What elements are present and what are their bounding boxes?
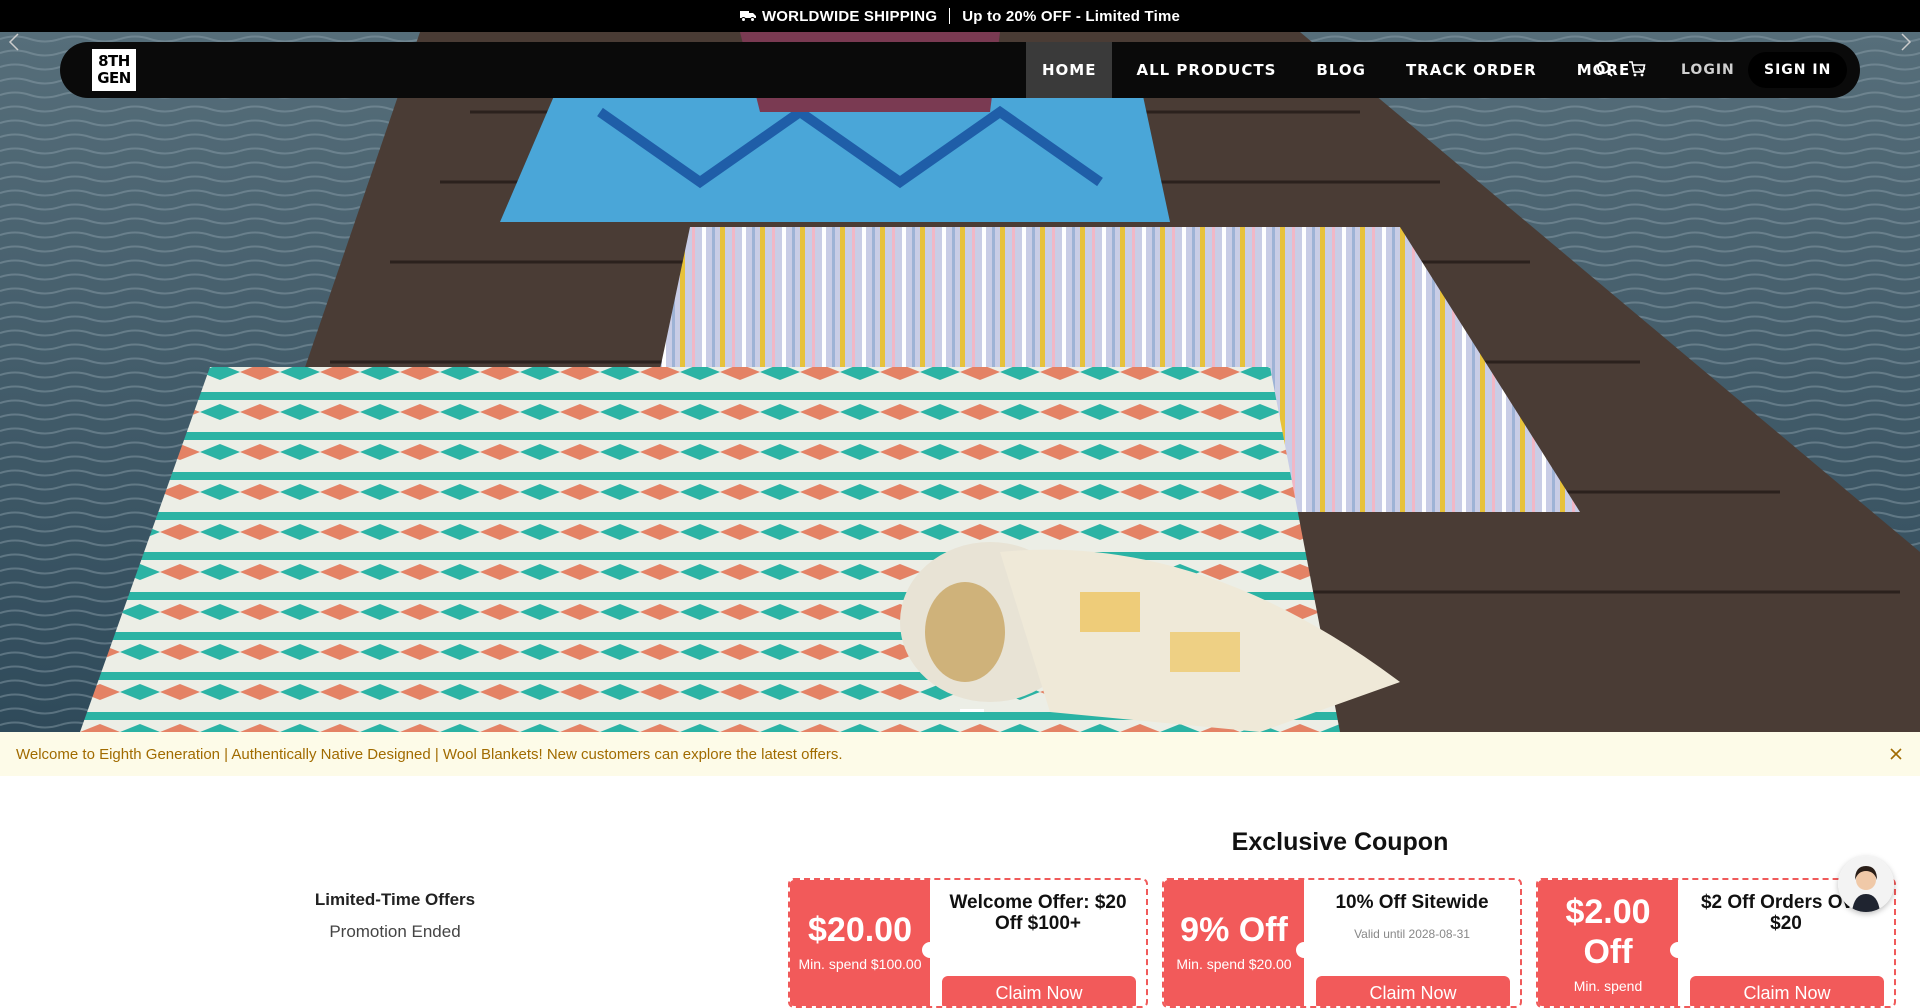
close-icon[interactable] xyxy=(1888,746,1904,762)
avatar-icon xyxy=(1838,856,1894,912)
coupon-amount: $2.00 Off xyxy=(1565,893,1651,971)
logo[interactable]: 8TH GEN xyxy=(92,49,136,91)
search-icon[interactable] xyxy=(1596,60,1614,78)
coupon-card: 9% Off Min. spend $20.00 10% Off Sitewid… xyxy=(1162,878,1522,1008)
claim-button[interactable]: Claim Now xyxy=(1690,976,1884,1006)
coupon-details: 10% Off Sitewide Valid until 2028-08-31 … xyxy=(1304,880,1520,1006)
nav-all-products[interactable]: ALL PRODUCTS xyxy=(1120,42,1292,98)
hero-banner[interactable] xyxy=(0,32,1920,732)
coupon-title: Welcome Offer: $20 Off $100+ xyxy=(949,892,1127,934)
welcome-text: Welcome to Eighth Generation | Authentic… xyxy=(16,745,843,763)
claim-button[interactable]: Claim Now xyxy=(942,976,1136,1006)
divider xyxy=(949,8,951,24)
announcement-bar: WORLDWIDE SHIPPING Up to 20% OFF - Limit… xyxy=(0,0,1920,32)
main-nav: HOME ALL PRODUCTS BLOG TRACK ORDER MORE xyxy=(1026,42,1670,98)
offers-title: Limited-Time Offers xyxy=(314,890,476,909)
login-link[interactable]: LOGIN xyxy=(1681,42,1735,98)
hero-image xyxy=(0,32,1920,732)
nav-blog-label: BLOG xyxy=(1316,61,1366,79)
coupon-value-panel: 9% Off Min. spend $20.00 xyxy=(1164,880,1304,1006)
coupon-min-spend: Min. spend $20.00 xyxy=(1176,956,1292,972)
prev-slide-icon[interactable] xyxy=(8,32,20,52)
site-header: 8TH GEN HOME ALL PRODUCTS BLOG TRACK ORD… xyxy=(60,42,1860,98)
shipping-text: WORLDWIDE SHIPPING xyxy=(761,7,938,25)
nav-track-order-label: TRACK ORDER xyxy=(1405,61,1537,79)
claim-button[interactable]: Claim Now xyxy=(1316,976,1510,1006)
coupon-details: Welcome Offer: $20 Off $100+ Claim Now xyxy=(930,880,1146,1006)
nav-track-order[interactable]: TRACK ORDER xyxy=(1390,42,1553,98)
nav-home[interactable]: HOME xyxy=(1026,42,1113,98)
nav-blog[interactable]: BLOG xyxy=(1300,42,1382,98)
welcome-bar: Welcome to Eighth Generation | Authentic… xyxy=(0,732,1920,776)
coupon-amount: 9% Off xyxy=(1180,911,1288,949)
coupon-value-panel: $20.00 Min. spend $100.00 xyxy=(790,880,930,1006)
coupon-heading: Exclusive Coupon xyxy=(1231,828,1449,856)
nav-home-label: HOME xyxy=(1042,61,1097,79)
sign-in-button[interactable]: SIGN IN xyxy=(1748,52,1848,88)
support-chat-avatar[interactable] xyxy=(1838,856,1894,912)
next-slide-icon[interactable] xyxy=(1900,32,1912,52)
slide-indicator[interactable] xyxy=(960,709,984,712)
offers-status: Promotion Ended xyxy=(329,922,461,941)
coupon-card: $20.00 Min. spend $100.00 Welcome Offer:… xyxy=(788,878,1148,1008)
coupon-validity: Valid until 2028-08-31 xyxy=(1354,927,1470,941)
nav-all-products-label: ALL PRODUCTS xyxy=(1136,61,1277,79)
coupon-amount: $20.00 xyxy=(808,911,912,949)
coupon-value-panel: $2.00 Off Min. spend xyxy=(1538,880,1678,1006)
coupon-min-spend: Min. spend $100.00 xyxy=(798,956,922,972)
cart-icon[interactable] xyxy=(1628,60,1646,78)
truck-icon xyxy=(739,11,756,22)
coupon-min-spend: Min. spend xyxy=(1573,978,1643,994)
header-icons xyxy=(1596,60,1646,78)
logo-line-1: 8TH xyxy=(98,52,130,70)
logo-line-2: GEN xyxy=(97,69,131,87)
coupon-title: 10% Off Sitewide xyxy=(1335,892,1489,913)
offer-text: Up to 20% OFF - Limited Time xyxy=(962,7,1181,25)
